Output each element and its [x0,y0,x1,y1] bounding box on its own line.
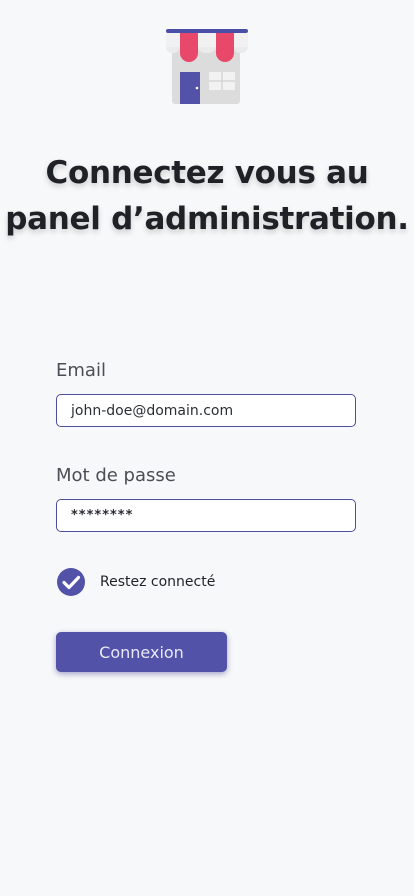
store-logo-icon [164,28,250,106]
page-title-line1: Connectez vous au [45,155,369,191]
page-title: Connectez vous au panel d’administration… [0,150,414,242]
page-title-line2: panel d’administration. [5,201,409,237]
password-label: Mot de passe [56,465,176,486]
checkmark-icon[interactable] [56,567,86,597]
login-button[interactable]: Connexion [56,632,227,672]
password-field[interactable]: ******** [56,499,356,532]
remember-me-label: Restez connecté [100,574,216,590]
remember-me-row[interactable]: Restez connecté [56,567,215,597]
email-field[interactable]: john-doe@domain.com [56,394,356,427]
email-label: Email [56,360,106,381]
